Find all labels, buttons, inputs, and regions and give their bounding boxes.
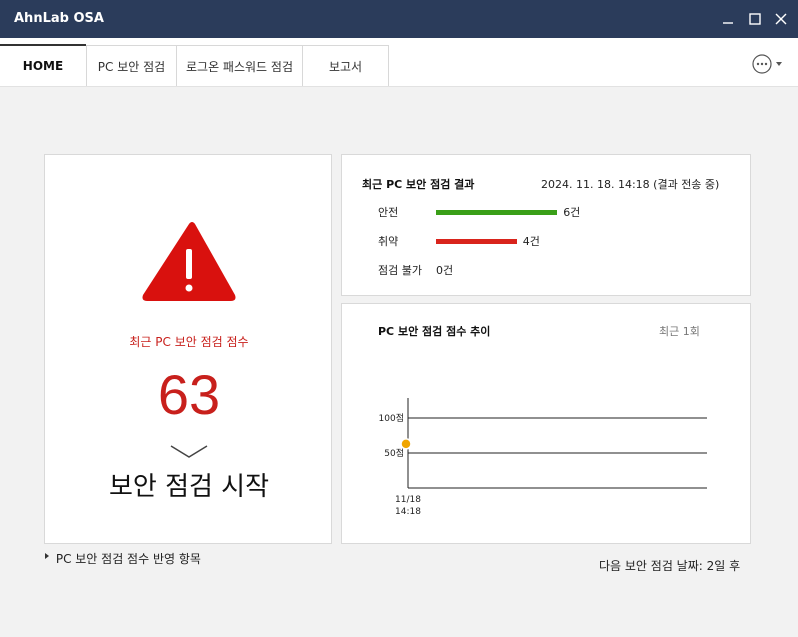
safe-value: 6건 bbox=[563, 206, 581, 219]
app-title: AhnLab OSA bbox=[14, 11, 104, 26]
minimize-icon[interactable] bbox=[718, 9, 738, 29]
score-value: 63 bbox=[157, 363, 221, 426]
x-tick-label: 11/18 14:18 bbox=[395, 495, 421, 517]
more-options-icon[interactable] bbox=[751, 53, 787, 75]
tab-logon-password-check[interactable]: 로그온 패스워드 점검 bbox=[176, 45, 303, 86]
results-panel: 최근 PC 보안 점검 결과 2024. 11. 18. 14:18 (결과 전… bbox=[341, 154, 751, 296]
uncheckable-value: 0건 bbox=[436, 264, 454, 277]
tab-bar: HOME PC 보안 점검 로그온 패스워드 점검 보고서 bbox=[0, 38, 798, 87]
score-label: 최근 PC 보안 점검 점수 bbox=[129, 335, 249, 349]
score-items-link-label: PC 보안 점검 점수 반영 항목 bbox=[55, 552, 201, 566]
y-tick-label: 50점 bbox=[384, 447, 404, 459]
warning-triangle-icon bbox=[142, 222, 236, 301]
vulnerable-value: 4건 bbox=[522, 235, 540, 248]
tab-pc-security-check[interactable]: PC 보안 점검 bbox=[86, 45, 177, 86]
title-bar: AhnLab OSA bbox=[0, 0, 798, 38]
close-icon[interactable] bbox=[771, 9, 791, 29]
vulnerable-bar bbox=[436, 239, 517, 244]
safe-bar bbox=[436, 210, 558, 215]
caret-right-icon bbox=[45, 553, 49, 559]
score-items-link[interactable]: PC 보안 점검 점수 반영 항목 bbox=[44, 550, 201, 567]
data-point bbox=[400, 438, 412, 450]
chevron-down-icon bbox=[170, 445, 208, 458]
y-tick-label: 100점 bbox=[379, 412, 404, 424]
next-check-date: 다음 보안 점검 날짜: 2일 후 bbox=[599, 559, 741, 573]
safe-label: 안전 bbox=[378, 206, 399, 219]
uncheckable-label: 점검 불가 bbox=[378, 264, 422, 277]
tab-home[interactable]: HOME bbox=[0, 44, 86, 85]
start-check-button[interactable]: 보안 점검 시작 bbox=[45, 466, 333, 503]
trend-chart: 100점 50점 11/18 14:18 bbox=[379, 398, 707, 517]
results-title: 최근 PC 보안 점검 결과 bbox=[362, 178, 475, 191]
vulnerable-label: 취약 bbox=[378, 235, 399, 248]
maximize-icon[interactable] bbox=[745, 9, 765, 29]
tab-report[interactable]: 보고서 bbox=[302, 45, 389, 86]
score-panel: 최근 PC 보안 점검 점수 63 보안 점검 시작 bbox=[44, 154, 332, 544]
results-date: 2024. 11. 18. 14:18 (결과 전송 중) bbox=[541, 178, 720, 191]
trend-panel: PC 보안 점검 점수 추이 최근 1회 100점 50점 11/18 14:18 bbox=[341, 303, 751, 544]
